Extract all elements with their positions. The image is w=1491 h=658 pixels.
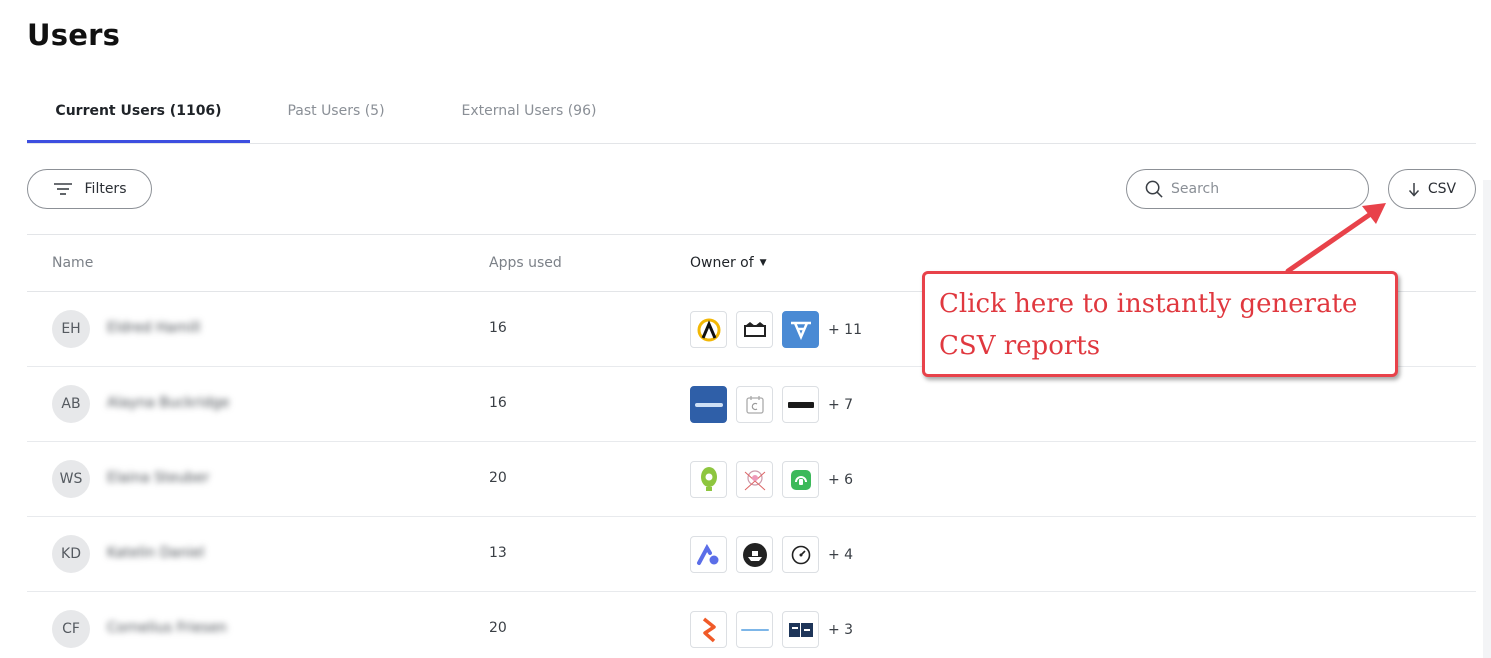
- user-name[interactable]: Cornelius Friesen: [107, 620, 227, 636]
- search-input[interactable]: [1171, 181, 1351, 197]
- owned-apps: + 7: [690, 386, 853, 423]
- table-row[interactable]: CF Cornelius Friesen 20 + 3: [27, 592, 1476, 658]
- table-row[interactable]: AB Alayna Buckridge 16 + 7: [27, 367, 1476, 442]
- more-apps-count[interactable]: + 11: [828, 322, 862, 338]
- search-icon: [1145, 180, 1163, 198]
- wordmark-app-icon[interactable]: [736, 611, 773, 648]
- owned-apps: + 6: [690, 461, 853, 498]
- tab-external-users[interactable]: External Users (96): [441, 82, 617, 143]
- tab-past-users[interactable]: Past Users (5): [270, 82, 402, 143]
- filter-lines-icon: [53, 183, 72, 195]
- annotation-callout: Click here to instantly generate CSV rep…: [922, 271, 1398, 377]
- apps-used-count: 16: [489, 320, 507, 336]
- anacrm-app-icon[interactable]: [690, 386, 727, 423]
- scrollbar-track[interactable]: [1483, 180, 1491, 658]
- filters-label: Filters: [84, 181, 127, 197]
- capsule-app-icon[interactable]: [736, 311, 773, 348]
- avatar: EH: [52, 310, 90, 348]
- archer-app-icon[interactable]: [690, 311, 727, 348]
- callout-line-2: CSV reports: [939, 331, 1101, 361]
- csv-download-button[interactable]: CSV: [1388, 169, 1476, 209]
- user-name[interactable]: Elaina Steuber: [107, 470, 209, 486]
- aurora-app-icon[interactable]: [690, 536, 727, 573]
- user-name[interactable]: Eldred Hamill: [107, 320, 200, 336]
- bulb-app-icon[interactable]: [690, 461, 727, 498]
- page-title: Users: [27, 18, 121, 52]
- fa-app-icon[interactable]: [782, 611, 819, 648]
- column-header-name[interactable]: Name: [52, 255, 93, 271]
- apps-used-count: 16: [489, 395, 507, 411]
- owned-apps: + 4: [690, 536, 853, 573]
- owned-apps: + 3: [690, 611, 853, 648]
- tab-current-users[interactable]: Current Users (1106): [27, 82, 250, 143]
- calendar-c-app-icon[interactable]: [736, 386, 773, 423]
- headset-app-icon[interactable]: [782, 461, 819, 498]
- doodle-app-icon[interactable]: [736, 461, 773, 498]
- owned-apps: + 11: [690, 311, 862, 348]
- column-header-owner-of[interactable]: Owner of ▼: [690, 255, 767, 271]
- user-tabs: Current Users (1106) Past Users (5) Exte…: [27, 82, 1476, 144]
- arrow-down-icon: [1408, 182, 1419, 197]
- callout-line-1: Click here to instantly generate: [939, 289, 1358, 319]
- more-apps-count[interactable]: + 6: [828, 472, 853, 488]
- bolt-app-icon[interactable]: [690, 611, 727, 648]
- dial-app-icon[interactable]: [782, 536, 819, 573]
- user-name[interactable]: Alayna Buckridge: [107, 395, 230, 411]
- apps-used-count: 13: [489, 545, 507, 561]
- apps-used-count: 20: [489, 470, 507, 486]
- csv-label: CSV: [1427, 181, 1457, 197]
- table-row[interactable]: WS Elaina Steuber 20 + 6: [27, 442, 1476, 517]
- filters-button[interactable]: Filters: [27, 169, 152, 209]
- sort-caret-icon: ▼: [759, 258, 767, 268]
- more-apps-count[interactable]: + 3: [828, 622, 853, 638]
- giftbit-app-icon[interactable]: [782, 386, 819, 423]
- column-header-apps-used[interactable]: Apps used: [489, 255, 562, 271]
- more-apps-count[interactable]: + 4: [828, 547, 853, 563]
- table-row[interactable]: KD Katelin Daniel 13 + 4: [27, 517, 1476, 592]
- avatar: CF: [52, 610, 90, 648]
- avatar: KD: [52, 535, 90, 573]
- apps-used-count: 20: [489, 620, 507, 636]
- avatar: WS: [52, 460, 90, 498]
- more-apps-count[interactable]: + 7: [828, 397, 853, 413]
- user-name[interactable]: Katelin Daniel: [107, 545, 204, 561]
- owner-of-label: Owner of: [690, 255, 754, 271]
- vector-app-icon[interactable]: [782, 311, 819, 348]
- avatar: AB: [52, 385, 90, 423]
- search-field[interactable]: [1126, 169, 1369, 209]
- ship-app-icon[interactable]: [736, 536, 773, 573]
